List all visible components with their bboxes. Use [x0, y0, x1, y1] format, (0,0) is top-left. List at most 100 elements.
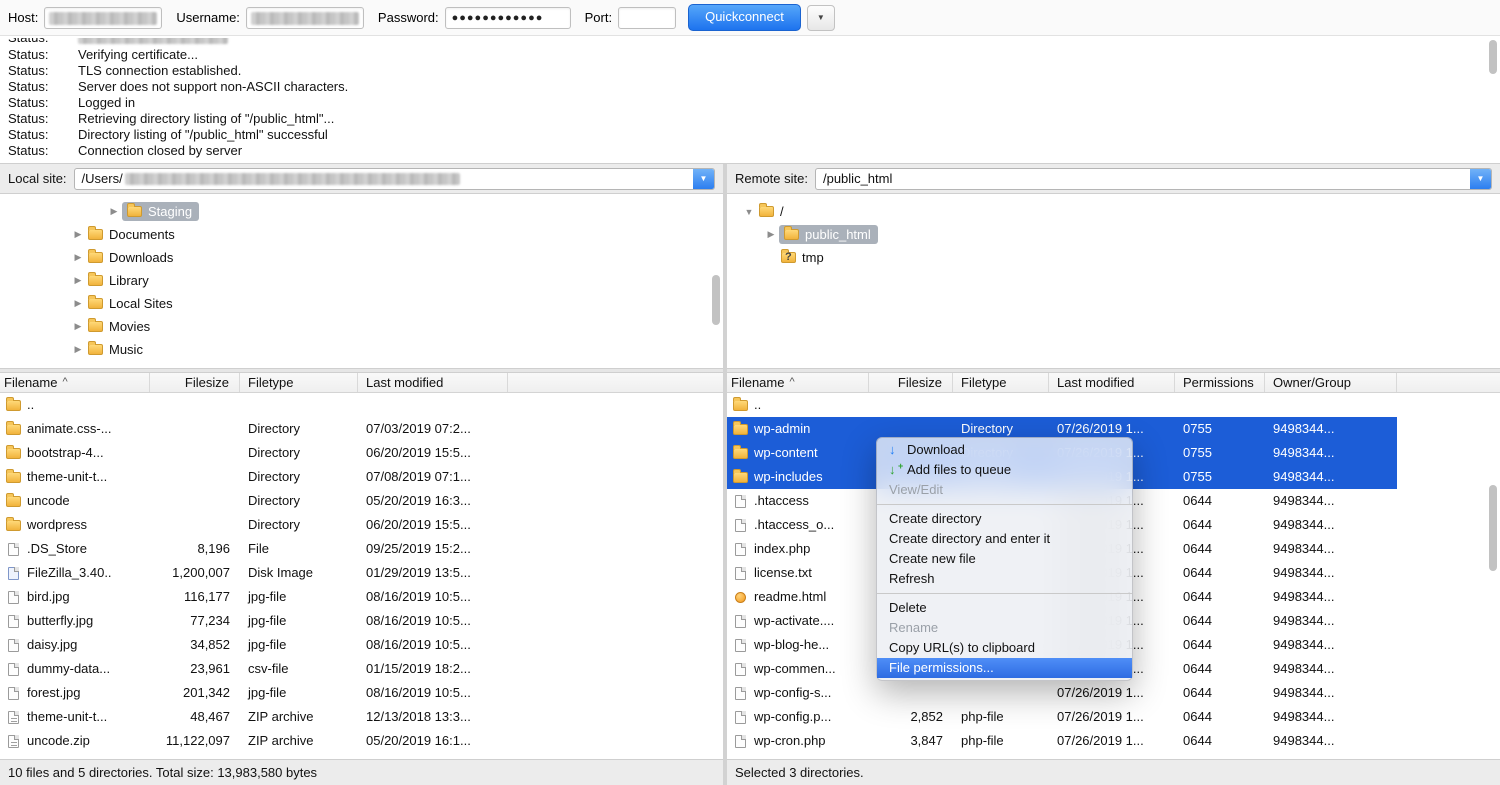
cell-name: forest.jpg	[0, 681, 150, 705]
tree-row[interactable]: ▶Staging	[0, 200, 723, 223]
table-row[interactable]: wp-config-s...07/26/2019 1...06449498344…	[727, 681, 1397, 705]
cell-name: wp-config-s...	[727, 681, 869, 705]
menu-item-file-permissions[interactable]: File permissions...	[877, 658, 1132, 678]
port-input[interactable]	[618, 7, 676, 29]
username-input[interactable]	[246, 7, 364, 29]
disclosure-right-icon[interactable]: ▶	[70, 275, 86, 286]
cell-modified: 09/25/2019 15:2...	[358, 537, 508, 561]
table-row[interactable]: forest.jpg201,342jpg-file08/16/2019 10:5…	[0, 681, 508, 705]
cell-type: jpg-file	[240, 633, 358, 657]
log-scrollbar-thumb[interactable]	[1489, 40, 1497, 74]
password-input[interactable]: ●●●●●●●●●●●●	[445, 7, 571, 29]
chevron-down-icon: ▼	[700, 174, 708, 183]
quickconnect-button[interactable]: Quickconnect	[688, 4, 801, 31]
cell-owner: 9498344...	[1265, 585, 1397, 609]
menu-item-add-files-to-queue[interactable]: ↓Add files to queue	[877, 460, 1132, 480]
file-icon	[735, 663, 746, 676]
tree-row[interactable]: ▶Documents	[0, 223, 723, 246]
log-line-text: TLS connection established.	[78, 63, 241, 78]
table-row[interactable]: uncode.zip11,122,097ZIP archive05/20/201…	[0, 729, 508, 753]
table-row[interactable]: FileZilla_3.40..1,200,007Disk Image01/29…	[0, 561, 508, 585]
cell-owner: 9498344...	[1265, 681, 1397, 705]
column-header-filename[interactable]: Filename^	[0, 373, 150, 392]
tree-row[interactable]: ▶ Local Sites	[0, 292, 723, 315]
table-row[interactable]: .DS_Store8,196File09/25/2019 15:2...	[0, 537, 508, 561]
tree-item-label: Local Sites	[109, 296, 173, 311]
table-row[interactable]: wordpressDirectory06/20/2019 15:5...	[0, 513, 508, 537]
disclosure-right-icon[interactable]: ▶	[70, 321, 86, 332]
tree-row[interactable]: ▶ Downloads	[0, 246, 723, 269]
cell-modified: 05/20/2019 16:1...	[358, 729, 508, 753]
file-icon	[8, 639, 19, 652]
disclosure-right-icon[interactable]: ▶	[70, 298, 86, 309]
cell-perms: 0644	[1175, 729, 1265, 753]
cell-type: ZIP archive	[240, 705, 358, 729]
remote-site-dropdown-button[interactable]: ▼	[1470, 169, 1491, 189]
disclosure-down-icon[interactable]: ▼	[741, 207, 757, 217]
cell-owner: 9498344...	[1265, 705, 1397, 729]
menu-item-download[interactable]: ↓Download	[877, 440, 1132, 460]
table-row[interactable]: bird.jpg116,177jpg-file08/16/2019 10:5..…	[0, 585, 508, 609]
table-row[interactable]: dummy-data...23,961csv-file01/15/2019 18…	[0, 657, 508, 681]
file-icon	[735, 639, 746, 652]
column-header-permissions[interactable]: Permissions	[1175, 373, 1265, 392]
file-icon	[735, 519, 746, 532]
table-row[interactable]: wp-config.p...2,852php-file07/26/2019 1.…	[727, 705, 1397, 729]
log-status-label: Status:	[0, 95, 78, 111]
cell-type: jpg-file	[240, 609, 358, 633]
host-input[interactable]	[44, 7, 162, 29]
table-row[interactable]: animate.css-...Directory07/03/2019 07:2.…	[0, 417, 508, 441]
table-row[interactable]: ..	[0, 393, 508, 417]
table-row[interactable]: theme-unit-t...48,467ZIP archive12/13/20…	[0, 705, 508, 729]
menu-item-create-directory[interactable]: Create directory	[877, 509, 1132, 529]
column-header-last-modified[interactable]: Last modified	[358, 373, 508, 392]
menu-item-copy-url-s-to-clipboard[interactable]: Copy URL(s) to clipboard	[877, 638, 1132, 658]
disclosure-right-icon[interactable]: ▶	[70, 252, 86, 263]
tree-row[interactable]: ▶Movies	[0, 315, 723, 338]
tree-item-label: Downloads	[109, 250, 173, 265]
table-row[interactable]: bootstrap-4...Directory06/20/2019 15:5..…	[0, 441, 508, 465]
menu-item-create-directory-and-enter-it[interactable]: Create directory and enter it	[877, 529, 1132, 549]
menu-item-refresh[interactable]: Refresh	[877, 569, 1132, 589]
remote-site-combo[interactable]: /public_html ▼	[815, 168, 1492, 190]
tree-row[interactable]: ▶Library	[0, 269, 723, 292]
column-header-filetype[interactable]: Filetype	[953, 373, 1049, 392]
tree-row[interactable]: ▶Music	[0, 338, 723, 361]
column-header-last-modified[interactable]: Last modified	[1049, 373, 1175, 392]
local-site-combo[interactable]: /Users/ ▼	[74, 168, 715, 190]
menu-item-delete[interactable]: Delete	[877, 598, 1132, 618]
column-header-label: Filetype	[248, 375, 294, 390]
add-to-queue-icon: ↓	[889, 460, 907, 480]
disclosure-right-icon[interactable]: ▶	[70, 229, 86, 240]
column-header-filename[interactable]: Filename^	[727, 373, 869, 392]
table-row[interactable]: theme-unit-t...Directory07/08/2019 07:1.…	[0, 465, 508, 489]
cell-owner: 9498344...	[1265, 489, 1397, 513]
log-lines: Status:Verifying certificate...Status:TL…	[0, 47, 1500, 159]
file-icon	[735, 711, 746, 724]
tree-row[interactable]: ▼/	[727, 200, 1500, 223]
quickconnect-dropdown-button[interactable]: ▼	[807, 5, 835, 31]
column-header-filesize[interactable]: Filesize	[869, 373, 953, 392]
menu-item-create-new-file[interactable]: Create new file	[877, 549, 1132, 569]
remote-list-scrollbar-thumb[interactable]	[1489, 485, 1497, 571]
local-site-dropdown-button[interactable]: ▼	[693, 169, 714, 189]
column-header-filetype[interactable]: Filetype	[240, 373, 358, 392]
column-header-label: Owner/Group	[1273, 375, 1351, 390]
disclosure-right-icon[interactable]: ▶	[70, 344, 86, 355]
tree-row[interactable]: tmp	[727, 246, 1500, 269]
column-header-label: Filename	[4, 373, 57, 392]
table-row[interactable]: ..	[727, 393, 1397, 417]
cell-type: Directory	[240, 489, 358, 513]
log-status-label: Status:	[0, 79, 78, 95]
table-row[interactable]: butterfly.jpg77,234jpg-file08/16/2019 10…	[0, 609, 508, 633]
tree-row[interactable]: ▶public_html	[727, 223, 1500, 246]
disclosure-right-icon[interactable]: ▶	[106, 206, 122, 217]
column-header-filesize[interactable]: Filesize	[150, 373, 240, 392]
filename-label: bird.jpg	[27, 585, 70, 609]
disclosure-right-icon[interactable]: ▶	[763, 229, 779, 240]
local-tree-scrollbar-thumb[interactable]	[712, 275, 720, 325]
table-row[interactable]: wp-cron.php3,847php-file07/26/2019 1...0…	[727, 729, 1397, 753]
table-row[interactable]: uncodeDirectory05/20/2019 16:3...	[0, 489, 508, 513]
column-header-owner-group[interactable]: Owner/Group	[1265, 373, 1397, 392]
table-row[interactable]: daisy.jpg34,852jpg-file08/16/2019 10:5..…	[0, 633, 508, 657]
